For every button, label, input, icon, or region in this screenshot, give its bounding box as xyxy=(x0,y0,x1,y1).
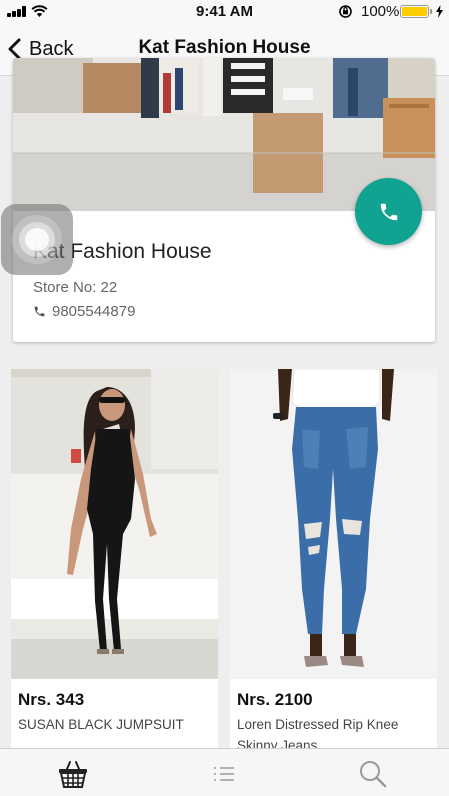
basket-icon xyxy=(59,761,87,788)
phone-icon xyxy=(34,306,45,317)
assistive-touch-button[interactable] xyxy=(1,204,73,275)
phone-icon xyxy=(380,203,397,220)
page-title: Kat Fashion House xyxy=(138,37,311,58)
product-price: Nrs. 343 xyxy=(18,690,85,709)
battery-percent: 100% xyxy=(361,3,400,20)
product-image xyxy=(11,369,218,679)
search-icon xyxy=(360,761,387,788)
charging-icon xyxy=(436,5,443,18)
product-card[interactable]: Nrs. 343 SUSAN BLACK JUMPSUIT xyxy=(11,369,218,749)
status-bar: 9:41 AM 100% xyxy=(0,0,449,24)
tab-bar xyxy=(0,748,449,796)
product-name: SUSAN BLACK JUMPSUIT xyxy=(18,717,184,732)
product-card[interactable]: Nrs. 2100 Loren Distressed Rip Knee Skin… xyxy=(230,369,437,749)
store-phone: 9805544879 xyxy=(33,303,135,320)
call-button[interactable] xyxy=(355,178,422,245)
battery-icon xyxy=(400,5,429,18)
list-icon xyxy=(214,767,234,781)
tab-basket[interactable] xyxy=(57,759,89,789)
orientation-lock-icon xyxy=(339,5,352,18)
product-price: Nrs. 2100 xyxy=(237,690,313,709)
store-number: Store No: 22 xyxy=(33,279,118,296)
product-image xyxy=(230,369,437,679)
store-phone-number: 9805544879 xyxy=(52,303,136,320)
tab-search[interactable] xyxy=(356,759,388,789)
tab-list[interactable] xyxy=(208,759,240,789)
product-name: Loren Distressed Rip Knee Skinny Jeans xyxy=(237,717,399,749)
